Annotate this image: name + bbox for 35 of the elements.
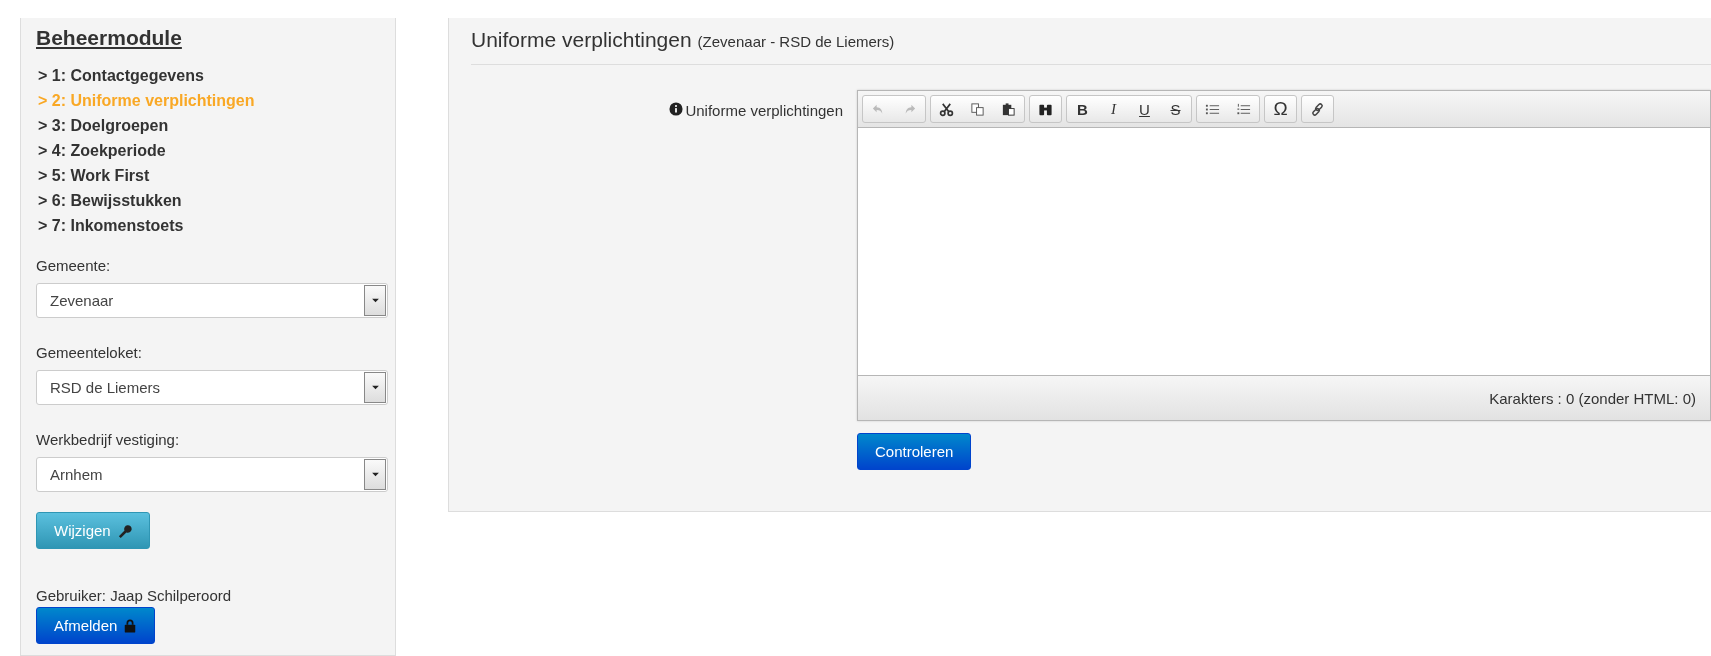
field-label: Gemeenteloket: (36, 344, 142, 361)
page-subtitle: (Zevenaar - RSD de Liemers) (697, 33, 895, 50)
nav-link[interactable]: > 3: Doelgroepen (38, 114, 169, 137)
user-text: Gebruiker: Jaap Schilperoord (36, 587, 232, 604)
toolbar-button[interactable]: I (1098, 96, 1129, 122)
nav-link[interactable]: > 4: Zoekperiode (38, 139, 166, 162)
nav-link[interactable]: > 1: Contactgegevens (38, 64, 204, 87)
dropdown-caret-icon (370, 296, 380, 305)
scissors-icon (939, 101, 954, 117)
field-label: Werkbedrijf vestiging: (36, 431, 180, 448)
nav-link[interactable]: > 6: Bewijsstukken (38, 189, 182, 212)
dropdown-caret-icon (370, 383, 380, 392)
check-button[interactable]: Controleren (857, 433, 972, 470)
info-icon (669, 102, 684, 116)
toolbar-button[interactable]: B (1067, 96, 1098, 122)
dropdown-caret-icon (370, 470, 380, 479)
field-label: Gemeente: (36, 257, 111, 274)
nav-link[interactable]: > 5: Work First (38, 164, 150, 187)
field-label: Uniforme verplichtingen (685, 102, 843, 119)
select-field[interactable]: RSD de Liemers (36, 370, 388, 405)
toolbar-button[interactable]: Ω (1265, 96, 1296, 122)
link-icon (1310, 101, 1325, 117)
select-field[interactable]: Zevenaar (36, 283, 388, 318)
nav-link[interactable]: > 7: Inkomenstoets (38, 214, 184, 237)
character-count: Karakters : 0 (zonder HTML: 0) (1489, 389, 1696, 407)
toolbar-button[interactable]: U (1129, 96, 1160, 122)
logout-button[interactable]: Afmelden (36, 607, 156, 644)
select-field[interactable]: Arnhem (36, 457, 388, 492)
paste-icon (1001, 101, 1016, 117)
sidebar-title: Beheermodule (36, 26, 182, 50)
page-title: Uniforme verplichtingen (471, 28, 692, 52)
lock-icon (123, 618, 138, 633)
copy-icon (970, 101, 985, 117)
numbered-list-icon (1236, 101, 1251, 117)
toolbar-button[interactable]: S (1160, 96, 1191, 122)
